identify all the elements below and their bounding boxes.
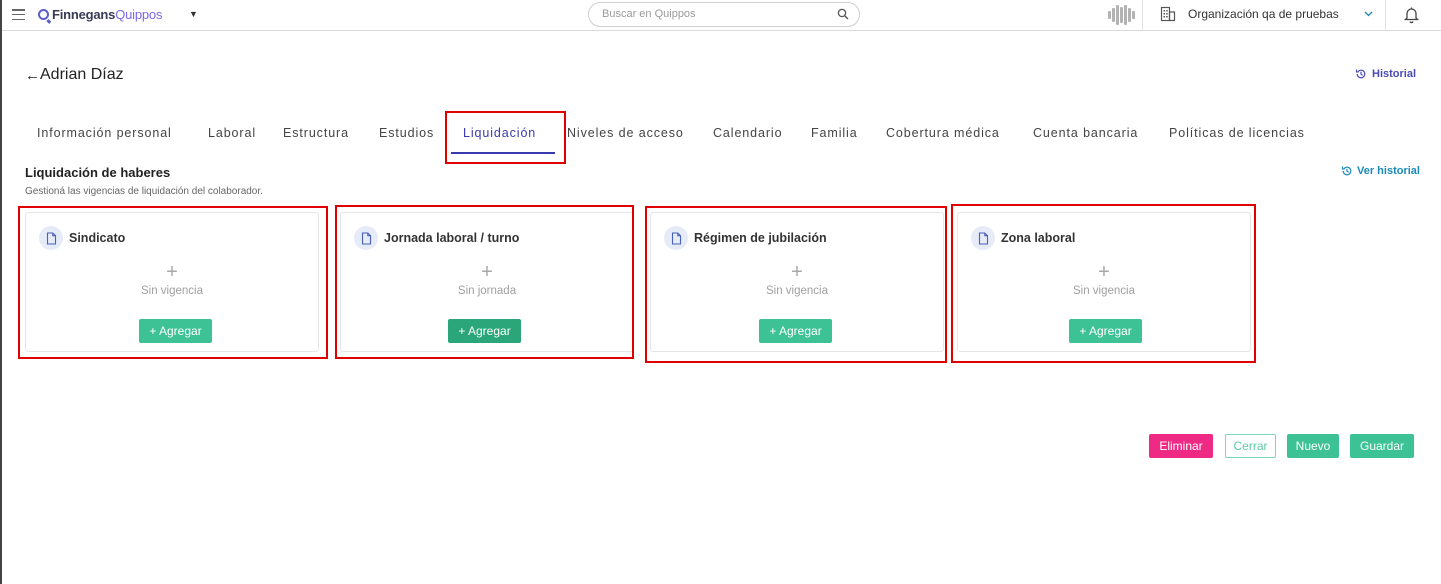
card-zona-laboral: Zona laboral + Sin vigencia + Agregar	[957, 212, 1251, 352]
chevron-down-icon[interactable]	[1363, 8, 1374, 19]
document-icon	[971, 226, 995, 250]
document-icon	[354, 226, 378, 250]
delete-button[interactable]: Eliminar	[1149, 434, 1213, 458]
plus-icon[interactable]: +	[651, 261, 943, 284]
divider	[1385, 0, 1386, 30]
back-button[interactable]: ←	[25, 67, 40, 84]
plus-icon[interactable]: +	[341, 261, 633, 284]
empty-state-text: Sin vigencia	[765, 285, 828, 297]
active-tab-indicator	[451, 152, 555, 154]
card-title: Sindicato	[69, 231, 126, 245]
tab-laboral[interactable]: Laboral	[208, 126, 256, 140]
logo-mark-icon	[38, 9, 49, 20]
tab-informacion-personal[interactable]: Información personal	[37, 126, 172, 140]
card-regimen-jubilacion: Régimen de jubilación + Sin vigencia + A…	[650, 212, 944, 352]
page-title: Adrian Díaz	[40, 66, 124, 83]
divider	[1142, 0, 1143, 30]
add-sindicato-button[interactable]: + Agregar	[139, 319, 212, 343]
card-sindicato: Sindicato + Sin vigencia + Agregar	[25, 212, 319, 352]
historial-label: Historial	[1372, 68, 1417, 80]
app-logo[interactable]: Finnegans Quippos	[38, 7, 162, 22]
tab-politicas-de-licencias[interactable]: Políticas de licencias	[1169, 126, 1305, 140]
close-button[interactable]: Cerrar	[1225, 434, 1276, 458]
top-bar: Finnegans Quippos ▼ Organización qa de p…	[2, 0, 1441, 31]
tab-familia[interactable]: Familia	[811, 126, 858, 140]
tab-calendario[interactable]: Calendario	[713, 126, 782, 140]
add-regimen-button[interactable]: + Agregar	[759, 319, 832, 343]
card-title: Jornada laboral / turno	[384, 231, 520, 245]
new-button[interactable]: Nuevo	[1287, 434, 1339, 458]
add-zona-button[interactable]: + Agregar	[1069, 319, 1142, 343]
tab-liquidacion[interactable]: Liquidación	[463, 126, 536, 140]
card-jornada-laboral: Jornada laboral / turno + Sin jornada + …	[340, 212, 634, 352]
ver-historial-label: Ver historial	[1357, 165, 1420, 177]
history-icon	[1341, 166, 1352, 176]
history-icon	[1355, 69, 1366, 79]
search-icon[interactable]	[837, 8, 849, 20]
historial-link[interactable]: Historial	[1355, 68, 1416, 80]
ver-historial-link[interactable]: Ver historial	[1341, 165, 1420, 177]
tab-estructura[interactable]: Estructura	[283, 126, 349, 140]
document-icon	[664, 226, 688, 250]
document-icon	[39, 226, 63, 250]
section-title: Liquidación de haberes	[25, 165, 171, 180]
tab-niveles-de-acceso[interactable]: Niveles de acceso	[567, 126, 684, 140]
user-avatar-icon[interactable]	[1108, 4, 1135, 26]
empty-state-text: Sin vigencia	[1072, 285, 1135, 297]
hamburger-menu-icon[interactable]	[12, 9, 25, 21]
empty-state-text: Sin jornada	[457, 285, 517, 297]
card-title: Régimen de jubilación	[694, 231, 827, 245]
caret-down-icon[interactable]: ▼	[189, 9, 198, 19]
tab-cobertura-medica[interactable]: Cobertura médica	[886, 126, 1000, 140]
empty-state-text: Sin vigencia	[140, 285, 203, 297]
tab-cuenta-bancaria[interactable]: Cuenta bancaria	[1033, 126, 1138, 140]
search-box	[588, 2, 860, 27]
organization-selector[interactable]: Organización qa de pruebas	[1188, 7, 1339, 21]
window-edge	[0, 0, 2, 584]
save-button[interactable]: Guardar	[1350, 434, 1414, 458]
card-title: Zona laboral	[1001, 231, 1076, 245]
section-subtitle: Gestioná las vigencias de liquidación de…	[25, 186, 263, 197]
logo-brand-secondary: Quippos	[115, 7, 163, 22]
tab-estudios[interactable]: Estudios	[379, 126, 434, 140]
plus-icon[interactable]: +	[958, 261, 1250, 284]
search-input[interactable]	[602, 8, 822, 20]
logo-brand-primary: Finnegans	[52, 7, 116, 22]
add-jornada-button[interactable]: + Agregar	[448, 319, 521, 343]
building-icon	[1160, 6, 1176, 22]
plus-icon[interactable]: +	[26, 261, 318, 284]
bell-icon[interactable]	[1403, 6, 1420, 24]
